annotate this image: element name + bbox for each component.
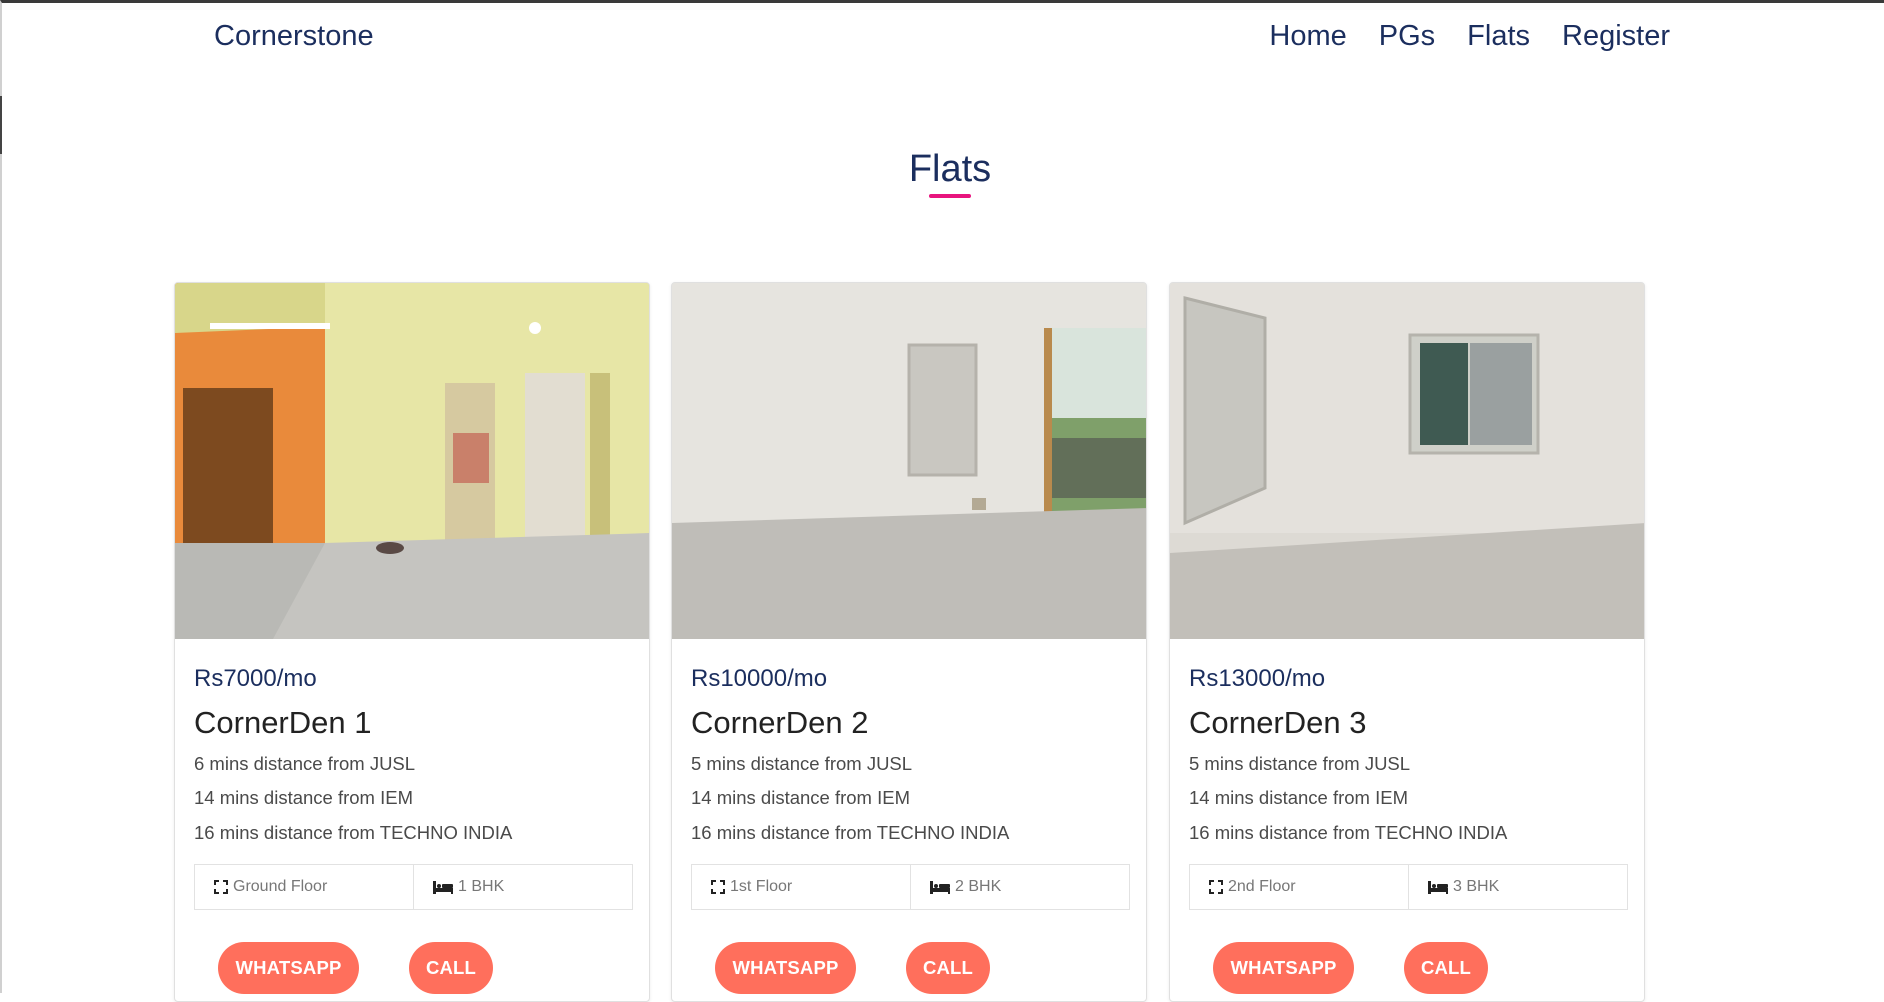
flat-price: Rs7000/mo (194, 665, 317, 692)
distance-jusl: 5 mins distance from JUSL (1189, 753, 1411, 774)
distance-iem: 14 mins distance from IEM (194, 787, 413, 808)
nav-register-link[interactable]: Register (1562, 20, 1670, 53)
flat-specs: 2nd Floor 3 BHK (1189, 864, 1628, 910)
bhk-label: 1 BHK (458, 878, 505, 895)
distance-jusl: 5 mins distance from JUSL (691, 753, 913, 774)
bed-icon (930, 881, 950, 894)
distance-iem: 14 mins distance from IEM (1189, 787, 1408, 808)
bhk-spec: 3 BHK (1408, 865, 1627, 909)
nav-home-link[interactable]: Home (1269, 20, 1346, 53)
bed-icon (1428, 881, 1448, 894)
main-nav: Home PGs Flats Register (1269, 20, 1670, 53)
whatsapp-button[interactable]: WHATSAPP (218, 942, 359, 994)
page-title: Flats (908, 148, 992, 190)
flat-price: Rs10000/mo (691, 665, 828, 692)
title-underline (929, 194, 971, 198)
floor-label: 1st Floor (730, 878, 793, 895)
nav-flats-link[interactable]: Flats (1467, 20, 1530, 53)
floor-spec: Ground Floor (195, 865, 413, 909)
flat-photo-2 (672, 283, 1146, 639)
flat-price: Rs13000/mo (1189, 665, 1326, 692)
whatsapp-button[interactable]: WHATSAPP (1213, 942, 1354, 994)
floor-label: Ground Floor (233, 878, 328, 895)
flat-card-1: Rs7000/mo CornerDen 1 6 mins distance fr… (174, 282, 650, 1002)
floor-spec: 2nd Floor (1190, 865, 1408, 909)
call-button[interactable]: CALL (906, 942, 990, 994)
whatsapp-button[interactable]: WHATSAPP (715, 942, 856, 994)
flat-specs: Ground Floor 1 BHK (194, 864, 633, 910)
flat-photo-3 (1170, 283, 1644, 639)
call-button[interactable]: CALL (409, 942, 493, 994)
distance-techno-india: 16 mins distance from TECHNO INDIA (1189, 822, 1508, 843)
distance-iem: 14 mins distance from IEM (691, 787, 910, 808)
window-edge (0, 96, 2, 154)
flat-name: CornerDen 2 (691, 705, 869, 740)
bed-icon (433, 881, 453, 894)
flat-name: CornerDen 3 (1189, 705, 1367, 740)
nav-pgs-link[interactable]: PGs (1379, 20, 1435, 53)
floor-spec: 1st Floor (692, 865, 910, 909)
distance-jusl: 6 mins distance from JUSL (194, 753, 416, 774)
flat-card-3: Rs13000/mo CornerDen 3 5 mins distance f… (1169, 282, 1645, 1002)
bhk-label: 3 BHK (1453, 878, 1500, 895)
flat-photo-1 (175, 283, 649, 639)
call-button[interactable]: CALL (1404, 942, 1488, 994)
floor-label: 2nd Floor (1228, 878, 1296, 895)
expand-icon (1209, 880, 1223, 894)
bhk-spec: 2 BHK (910, 865, 1129, 909)
bhk-spec: 1 BHK (413, 865, 632, 909)
flat-specs: 1st Floor 2 BHK (691, 864, 1130, 910)
flat-card-2: Rs10000/mo CornerDen 2 5 mins distance f… (671, 282, 1147, 1002)
brand-logo-link[interactable]: Cornerstone (214, 20, 374, 53)
bhk-label: 2 BHK (955, 878, 1002, 895)
expand-icon (711, 880, 725, 894)
flat-name: CornerDen 1 (194, 705, 372, 740)
distance-techno-india: 16 mins distance from TECHNO INDIA (691, 822, 1010, 843)
expand-icon (214, 880, 228, 894)
distance-techno-india: 16 mins distance from TECHNO INDIA (194, 822, 513, 843)
